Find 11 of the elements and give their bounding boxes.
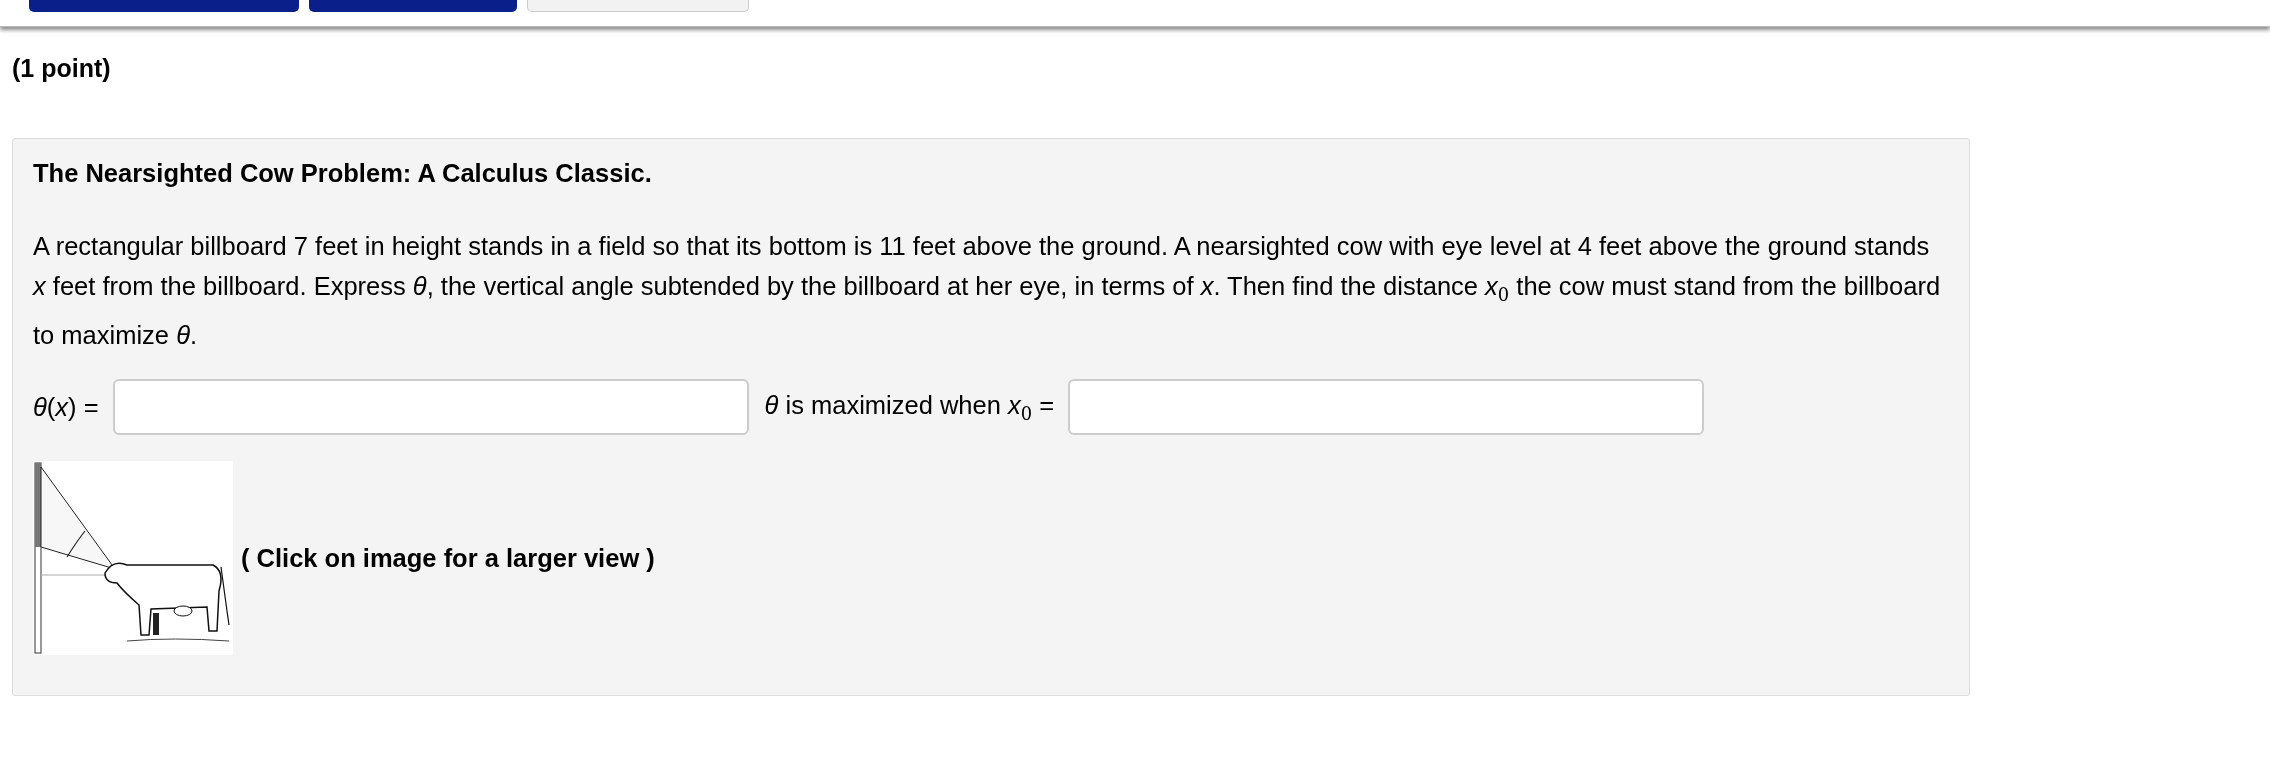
problem-title: The Nearsighted Cow Problem: A Calculus Classic. (33, 159, 653, 188)
problem-text: A rectangular billboard 7 feet in height stands in a field so that its bottom is 11 feet above the ground. A nearsighted cow with eye level at 4 feet above the ground stands x feet from the billboard. Express θ, the vertical angle subtended by the billboard at her eye, in terms of x. Then find the distance x$_{0}$ the cow must stand from the billboard to maximize θ. (33, 231, 1942, 352)
points-label: (1 point) (12, 54, 112, 83)
answer-label: θ is maximized when x$_{0}$ = (764, 390, 1055, 424)
answer-label: θ(x) = (33, 392, 99, 422)
answer-field[interactable] (1068, 379, 1705, 436)
toolbar-button[interactable] (527, 0, 749, 12)
toolbar-button[interactable] (309, 0, 517, 12)
toolbar-button[interactable] (29, 0, 299, 12)
answer-field[interactable] (112, 379, 749, 436)
image-caption: ( Click on image for a larger view ) (241, 543, 655, 573)
